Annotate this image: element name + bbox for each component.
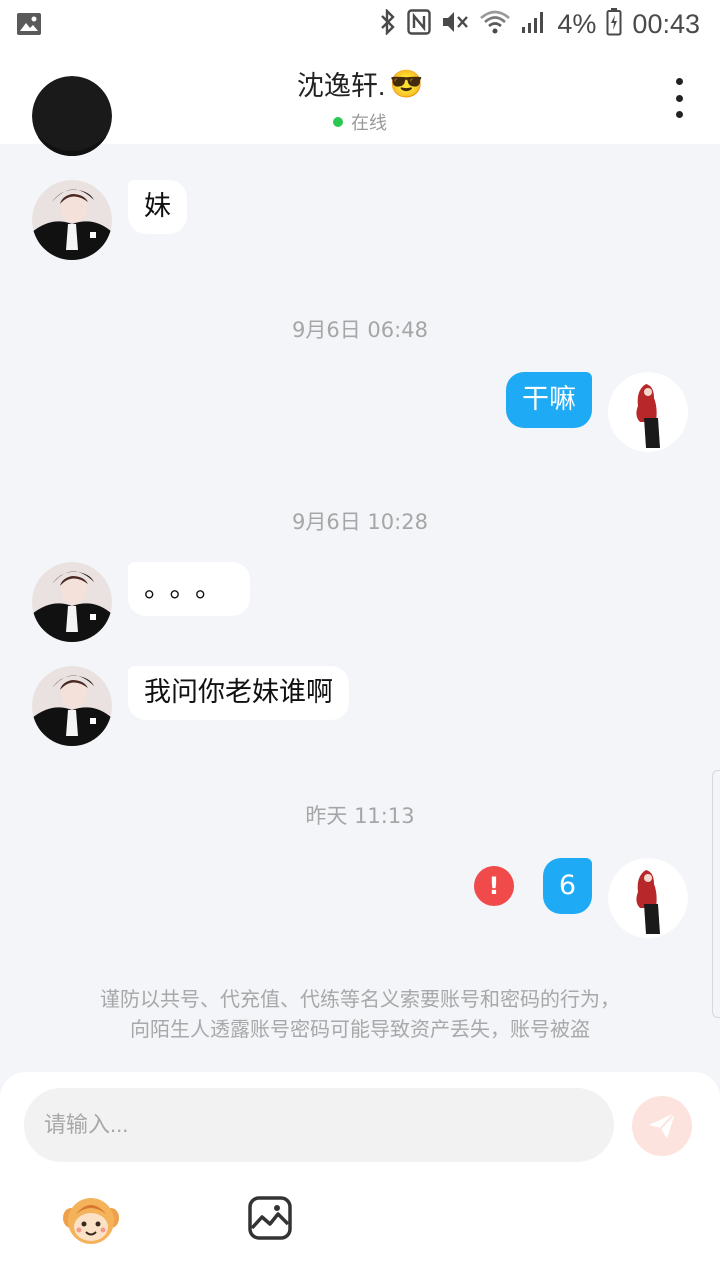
- warning-line: 向陌生人透露账号密码可能导致资产丢失，账号被盗: [130, 1017, 590, 1041]
- message-bubble-incoming[interactable]: 妹: [128, 180, 187, 234]
- composer: [0, 1072, 720, 1280]
- clock: 00:43: [632, 8, 700, 39]
- more-icon: [675, 78, 683, 85]
- message-text: 干嘛: [522, 384, 576, 415]
- contact-avatar[interactable]: [32, 666, 112, 746]
- message-text: 我问你老妹谁啊: [144, 677, 333, 708]
- contact-avatar[interactable]: [32, 562, 112, 642]
- signal-icon: [521, 9, 547, 39]
- send-icon: [649, 1112, 676, 1139]
- online-status-text: 在线: [351, 113, 387, 134]
- battery-icon: [606, 8, 622, 40]
- mute-icon: [441, 9, 469, 39]
- message-text: 妹: [144, 191, 171, 222]
- image-icon: [248, 1196, 292, 1240]
- message-text: 。。。: [144, 573, 234, 604]
- wifi-icon: [479, 9, 511, 39]
- my-avatar[interactable]: [608, 858, 688, 938]
- send-button[interactable]: [632, 1096, 692, 1156]
- more-button[interactable]: [672, 78, 686, 118]
- bluetooth-icon: [379, 8, 397, 39]
- contact-name: 沈逸轩. 😎: [297, 64, 423, 103]
- emoji-button[interactable]: [62, 1192, 120, 1246]
- warning-line: 谨防以共号、代充值、代练等名义索要账号和密码的行为，: [100, 987, 620, 1011]
- contact-avatar[interactable]: [32, 180, 112, 260]
- my-avatar[interactable]: [608, 372, 688, 452]
- message-text: 6: [558, 870, 576, 901]
- message-bubble-outgoing[interactable]: 6: [542, 858, 592, 914]
- message-bubble-incoming[interactable]: 。。。: [128, 562, 250, 616]
- scroll-handle[interactable]: [712, 770, 720, 1018]
- sunglasses-emoji: 😎: [389, 68, 424, 99]
- message-input[interactable]: [24, 1088, 614, 1162]
- timestamp: 9月6日 10:28: [292, 510, 428, 534]
- message-bubble-outgoing[interactable]: 干嘛: [506, 372, 592, 428]
- online-status: 在线: [333, 109, 387, 135]
- online-dot: [333, 117, 343, 127]
- security-warning: 谨防以共号、代充值、代练等名义索要账号和密码的行为， 向陌生人透露账号密码可能导…: [0, 984, 720, 1044]
- gallery-icon: [16, 12, 42, 40]
- send-failed-icon[interactable]: !: [474, 866, 514, 906]
- battery-percent: 4%: [557, 8, 597, 39]
- contact-avatar[interactable]: [32, 76, 112, 156]
- message-bubble-incoming[interactable]: 我问你老妹谁啊: [128, 666, 349, 720]
- timestamp: 昨天 11:13: [305, 804, 415, 828]
- nfc-icon: [407, 9, 432, 39]
- contact-name-text: 沈逸轩.: [296, 71, 386, 101]
- emoji-icon: [63, 1198, 119, 1244]
- status-bar: 4% 00:43: [0, 0, 720, 50]
- image-button[interactable]: [248, 1196, 292, 1240]
- timestamp: 9月6日 06:48: [292, 318, 428, 342]
